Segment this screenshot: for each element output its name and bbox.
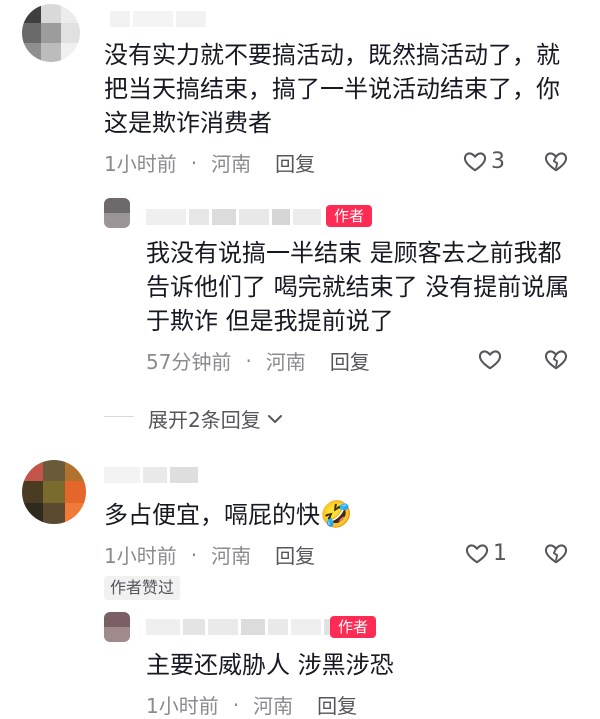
author-name-blurred[interactable] [146, 618, 344, 636]
separator: · [232, 692, 240, 717]
reply-location: 河南 [265, 350, 306, 374]
like-count: 1 [493, 540, 507, 566]
comment-time: 1小时前 [104, 544, 177, 568]
like-button[interactable] [477, 346, 503, 376]
dislike-button[interactable] [543, 346, 569, 376]
separator: · [245, 348, 252, 373]
comment-meta: 1小时前 · 河南 回复 [104, 148, 315, 177]
dislike-button[interactable] [543, 148, 569, 178]
author-avatar[interactable] [104, 198, 130, 228]
author-avatar[interactable] [104, 612, 130, 642]
comment-meta: 1小时前 · 河南 回复 [104, 540, 315, 569]
reply-text: 我没有说搞一半结束 是顾客去之前我都告诉他们了 喝完就结束了 没有提前说属于欺诈… [146, 239, 570, 335]
reply-button[interactable]: 回复 [330, 346, 370, 375]
username-blurred[interactable] [110, 10, 206, 28]
broken-heart-icon [544, 350, 568, 370]
heart-outline-icon [463, 152, 487, 172]
reply-button[interactable]: 回复 [275, 540, 315, 569]
author-badge: 作者 [326, 205, 373, 227]
avatar[interactable] [22, 460, 86, 524]
like-button[interactable]: 1 [464, 540, 507, 566]
broken-heart-icon [544, 544, 568, 564]
expand-replies-button[interactable]: 展开2条回复 [148, 404, 285, 433]
separator: · [190, 542, 198, 567]
avatar[interactable] [22, 4, 80, 62]
author-badge: 作者 [330, 616, 377, 638]
comment-text-content: 多占便宜，嗝屁的快 [104, 501, 320, 529]
broken-heart-icon [544, 152, 568, 172]
reply-location: 河南 [253, 694, 294, 718]
comment-time: 1小时前 [104, 152, 177, 176]
chevron-down-icon [267, 414, 282, 423]
reply-meta: 57分钟前 · 河南 回复 [146, 346, 370, 375]
reply-meta: 1小时前 · 河南 回复 [146, 690, 357, 719]
heart-outline-icon [465, 544, 489, 564]
dislike-button[interactable] [543, 540, 569, 570]
reply-time: 1小时前 [146, 694, 219, 718]
separator: · [190, 150, 198, 175]
like-button[interactable]: 3 [462, 148, 505, 174]
divider [104, 416, 134, 417]
heart-outline-icon [478, 350, 502, 370]
reply-button[interactable]: 回复 [317, 690, 357, 719]
comment-text: 没有实力就不要搞活动，既然搞活动了，就把当天搞结束，搞了一半说活动结束了，你这是… [104, 41, 560, 137]
reply-button[interactable]: 回复 [275, 148, 315, 177]
expand-label: 展开2条回复 [148, 408, 261, 432]
author-liked-tag: 作者赞过 [104, 576, 181, 600]
laughing-emoji-icon: 🤣 [320, 500, 353, 530]
author-name-blurred[interactable] [146, 208, 321, 226]
reply-time: 57分钟前 [146, 350, 232, 374]
comment-text: 多占便宜，嗝屁的快🤣 [104, 498, 352, 532]
comment-location: 河南 [211, 152, 252, 176]
like-count: 3 [491, 148, 505, 174]
reply-text: 主要还威胁人 涉黑涉恐 [146, 651, 394, 679]
username-blurred[interactable] [104, 466, 198, 484]
comment-location: 河南 [211, 544, 252, 568]
